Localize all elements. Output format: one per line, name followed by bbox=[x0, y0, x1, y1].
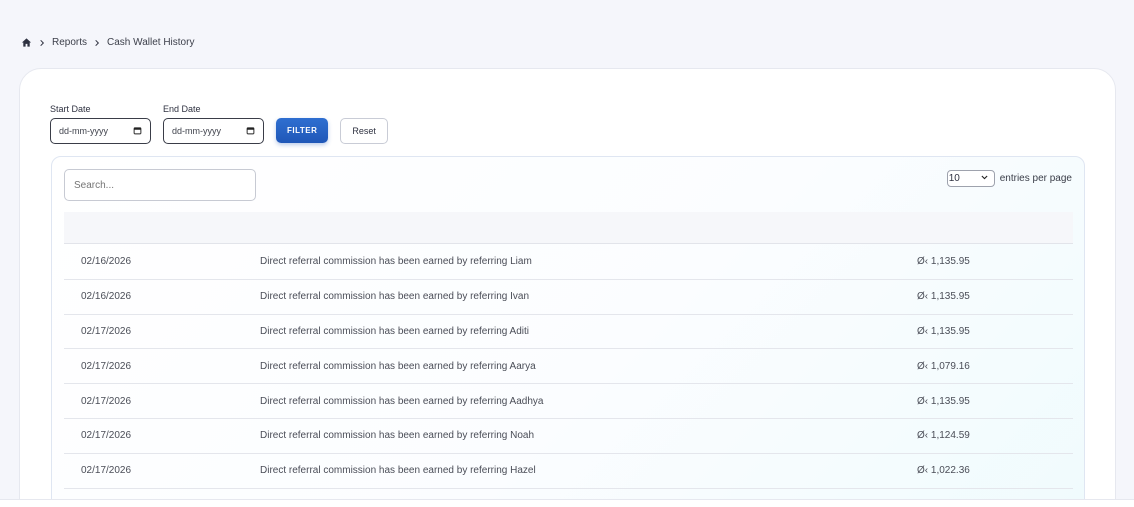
row-description: Direct referral commission has been earn… bbox=[260, 256, 532, 268]
table-row: 02/17/2026 Direct referral commission ha… bbox=[64, 315, 1073, 350]
chevron-right-icon bbox=[93, 39, 101, 47]
end-date-input[interactable]: dd-mm-yyyy bbox=[163, 118, 264, 144]
row-amount: Ø‹ 1,079.16 bbox=[917, 360, 970, 372]
table-header bbox=[64, 212, 1073, 244]
table-row: 02/17/2026 Direct referral commission ha… bbox=[64, 349, 1073, 385]
table-row: 02/17/2026 Direct referral commission ha… bbox=[64, 419, 1073, 454]
breadcrumb: Reports Cash Wallet History bbox=[21, 37, 194, 48]
row-date: 02/16/2026 bbox=[81, 256, 132, 268]
table-row: 02/17/2026 Direct referral commission ha… bbox=[64, 384, 1073, 419]
row-date: 02/17/2026 bbox=[81, 395, 132, 407]
row-date: 02/17/2026 bbox=[81, 325, 132, 337]
end-date-value: dd-mm-yyyy bbox=[172, 126, 221, 136]
home-icon[interactable] bbox=[21, 37, 32, 48]
row-description: Direct referral commission has been earn… bbox=[260, 465, 536, 477]
end-date-label: End Date bbox=[163, 104, 201, 114]
end-date-field: End Date dd-mm-yyyy bbox=[163, 104, 264, 144]
row-description: Direct referral commission has been earn… bbox=[260, 360, 536, 372]
start-date-input[interactable]: dd-mm-yyyy bbox=[50, 118, 151, 144]
filter-button[interactable]: FILTER bbox=[276, 118, 329, 143]
row-amount: Ø‹ 1,135.95 bbox=[917, 325, 970, 337]
entries-value: 10 bbox=[948, 173, 960, 184]
row-description: Direct referral commission has been earn… bbox=[260, 395, 544, 407]
start-date-label: Start Date bbox=[50, 104, 91, 114]
entries-per-page: 10 entries per page bbox=[946, 170, 1072, 187]
row-description: Direct referral commission has been earn… bbox=[260, 291, 530, 303]
entries-label: entries per page bbox=[999, 173, 1072, 184]
row-amount: Ø‹ 1,022.36 bbox=[917, 465, 970, 477]
reset-button[interactable]: Reset bbox=[340, 118, 388, 144]
row-amount: Ø‹ 1,124.59 bbox=[917, 430, 970, 442]
bottom-edge bbox=[0, 499, 1134, 507]
table-row: 02/16/2026 Direct referral commission ha… bbox=[64, 245, 1073, 280]
table-row: 02/16/2026 Direct referral commission ha… bbox=[64, 280, 1073, 315]
start-date-field: Start Date dd-mm-yyyy bbox=[50, 104, 151, 144]
search-input[interactable] bbox=[64, 169, 256, 201]
row-date: 02/17/2026 bbox=[81, 465, 132, 477]
row-date: 02/17/2026 bbox=[81, 430, 132, 442]
row-date: 02/16/2026 bbox=[81, 291, 132, 303]
chevron-right-icon bbox=[38, 39, 46, 47]
breadcrumb-current: Cash Wallet History bbox=[107, 37, 195, 48]
row-amount: Ø‹ 1,135.95 bbox=[917, 291, 970, 303]
table-body: 02/16/2026 Direct referral commission ha… bbox=[64, 245, 1073, 489]
chevron-down-icon bbox=[980, 173, 989, 185]
report-card: Start Date dd-mm-yyyy End Date dd-mm-yyy… bbox=[19, 68, 1116, 507]
row-date: 02/17/2026 bbox=[81, 360, 132, 372]
filter-bar: Start Date dd-mm-yyyy End Date dd-mm-yyy… bbox=[50, 104, 388, 144]
row-description: Direct referral commission has been earn… bbox=[260, 430, 535, 442]
start-date-value: dd-mm-yyyy bbox=[59, 126, 108, 136]
table-panel: 10 entries per page 02/16/2026 Direct re… bbox=[51, 156, 1085, 507]
calendar-icon[interactable] bbox=[133, 126, 142, 137]
table-row: 02/17/2026 Direct referral commission ha… bbox=[64, 454, 1073, 489]
entries-select[interactable]: 10 bbox=[946, 170, 995, 187]
breadcrumb-reports[interactable]: Reports bbox=[52, 37, 87, 48]
row-amount: Ø‹ 1,135.95 bbox=[917, 395, 970, 407]
row-description: Direct referral commission has been earn… bbox=[260, 325, 530, 337]
row-amount: Ø‹ 1,135.95 bbox=[917, 256, 970, 268]
calendar-icon[interactable] bbox=[246, 126, 255, 137]
